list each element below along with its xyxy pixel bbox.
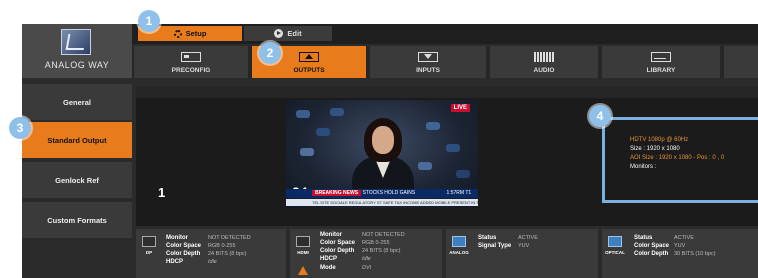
ticker-headline: STOCKS HOLD GAINS [362,190,416,196]
connector-card-dp[interactable]: DP Monitor NOT DETECTED Color Space RGB … [136,229,286,278]
tab-library[interactable]: LIBRARY [602,46,720,78]
row-key: Color Depth [634,251,669,257]
bokeh-light [418,162,432,170]
row-key: HDCP [166,259,184,265]
output-preview[interactable]: LIVE 24 BREAKING NEWS STOCKS HOLD GAINS … [286,100,478,208]
bokeh-light [296,110,310,118]
hdmi-connector-icon [296,236,310,247]
brand-name: ANALOG WAY [44,60,110,70]
callout-badge: 4 [589,105,611,127]
connector-label: HDMI [297,250,309,255]
edit-mode-button[interactable]: Edit [244,26,332,41]
connector-card-analog[interactable]: ANALOG Status ACTIVE Signal Type YUV [446,229,598,278]
tab-overflow[interactable] [724,46,758,78]
content-header-strip [136,86,758,98]
tab-preconfig[interactable]: PRECONFIG [134,46,248,78]
ticker-code: 1:57RM T1 [446,190,472,196]
row-value: NOT DETECTED [208,235,251,241]
row-value: RGB 0-255 [208,243,236,249]
row-key: Mode [320,265,336,271]
callout-badge: 3 [9,117,31,139]
row-value: YUV [674,243,686,249]
row-key: Monitor [166,235,188,241]
setup-label: Setup [185,29,207,38]
row-value: 24 BITS (8 bpc) [362,248,401,254]
gear-icon [173,29,182,38]
row-key: Color Space [320,240,356,246]
output-size: Size : 1920 x 1080 [630,146,680,152]
row-value: NOT DETECTED [362,232,405,238]
sidebar-item-label: Custom Formats [47,215,107,225]
ticker-breaking: BREAKING NEWS [312,190,362,196]
connector-card-hdmi[interactable]: HDMI Monitor NOT DETECTED Color Space RG… [290,229,442,278]
callout-badge: 2 [259,42,281,64]
tab-label: AUDIO [533,67,555,74]
outputs-icon [299,52,319,62]
warning-icon [298,266,308,275]
bokeh-light [330,108,344,116]
news-subticker: TEL SITE SOCIALE REGULATORY ST SAFE TAX … [286,199,478,206]
row-key: Color Depth [166,251,201,257]
play-icon [274,29,284,38]
row-key: Monitor [320,232,342,238]
bokeh-light [456,170,470,178]
sidebar-item-genlock-ref[interactable]: Genlock Ref [22,162,132,198]
row-key: Status [634,235,653,241]
news-ticker: BREAKING NEWS STOCKS HOLD GAINS 1:57RM T… [286,189,478,198]
optical-connector-icon [608,236,622,247]
row-value: Idle [208,259,217,265]
sidebar-item-standard-output[interactable]: Standard Output [22,122,132,158]
sidebar-item-label: Standard Output [47,135,107,145]
connector-card-optical[interactable]: OPTICAL Status ACTIVE Color Space YUV Co… [602,229,758,278]
row-key: Color Space [634,243,670,249]
row-key: Color Depth [320,248,355,254]
bokeh-light [426,122,440,130]
row-value: Idle [362,256,371,262]
anchor-face [372,126,394,154]
dp-connector-icon [142,236,156,247]
audio-icon [534,52,554,62]
sidebar-item-custom-formats[interactable]: Custom Formats [22,202,132,238]
connector-label: DP [145,250,153,255]
tab-inputs[interactable]: INPUTS [370,46,486,78]
edit-label: Edit [287,29,302,38]
connector-label: ANALOG [449,250,469,255]
row-value: YUV [518,243,530,249]
tab-label: LIBRARY [646,67,676,74]
row-key: Color Space [166,243,202,249]
row-key: HDCP [320,256,338,262]
output-monitors: Monitors : [630,164,657,170]
analog-connector-icon [452,236,466,247]
tab-label: PRECONFIG [171,67,211,74]
tab-label: OUTPUTS [293,67,325,74]
preconfig-icon [181,52,201,62]
row-key: Status [478,235,497,241]
row-value: DVI [362,265,372,271]
output-aoi: AOI Size : 1920 x 1080 - Pos : 0 , 0 [630,155,725,161]
inputs-icon [418,52,438,62]
output-format: HDTV 1080p @ 60Hz [630,137,689,143]
bokeh-light [300,148,314,156]
live-tag: LIVE [450,104,470,112]
library-icon [651,52,671,62]
bokeh-light [446,144,460,152]
row-value: 24 BITS (8 bpc) [208,251,247,257]
sidebar-item-label: Genlock Ref [55,175,99,185]
logo-mark-icon [61,29,91,55]
connector-label: OPTICAL [605,250,625,255]
tab-audio[interactable]: AUDIO [490,46,598,78]
output-number: 1 [158,185,166,200]
tab-label: INPUTS [416,67,440,74]
row-value: 30 BITS (10 bpc) [674,251,716,257]
row-value: ACTIVE [518,235,538,241]
row-value: ACTIVE [674,235,694,241]
callout-badge: 1 [138,10,160,32]
row-value: RGB 0-255 [362,240,390,246]
row-key: Signal Type [478,243,512,249]
sidebar-item-general[interactable]: General [22,84,132,120]
sidebar-item-label: General [63,97,91,107]
brand-logo: ANALOG WAY [22,24,132,78]
bokeh-light [316,128,330,136]
